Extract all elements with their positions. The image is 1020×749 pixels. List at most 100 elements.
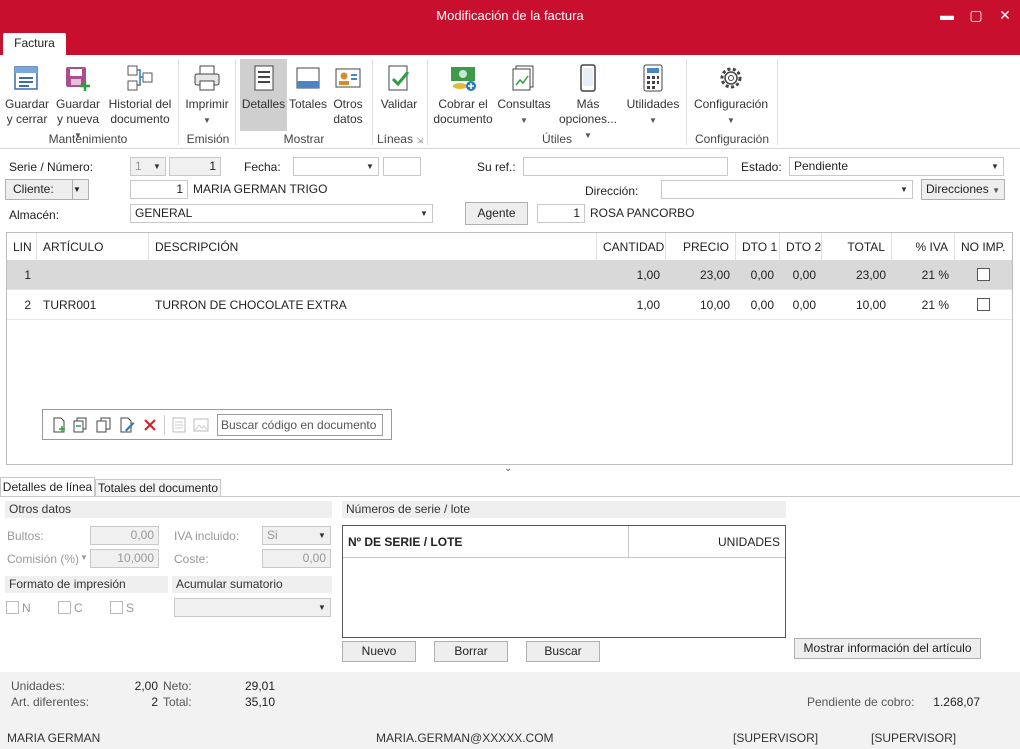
agente-button[interactable]: Agente	[465, 202, 528, 225]
table-row[interactable]: 1 1,00 23,00 0,00 0,00 23,00 21 %	[7, 261, 1012, 290]
lines-grid: LIN ARTÍCULO DESCRIPCIÓN CANTIDAD PRECIO…	[6, 232, 1013, 465]
ribbon-tabstrip: Factura	[0, 32, 1020, 55]
ribbon-divider	[235, 59, 236, 145]
col-serie-lote[interactable]: Nº DE SERIE / LOTE	[348, 535, 462, 549]
save-new-label: Guardar y nueva	[55, 97, 101, 126]
details-button[interactable]: Detalles	[240, 59, 287, 131]
agente-code-input[interactable]: 1	[537, 204, 585, 223]
validate-label: Validar	[380, 97, 418, 111]
col-iva[interactable]: % IVA	[892, 233, 955, 261]
check-c[interactable]	[58, 601, 71, 614]
almacen-select[interactable]: GENERAL ▼	[130, 204, 433, 223]
pendiente-label: Pendiente de cobro:	[807, 695, 915, 709]
chevron-down-icon: ▼	[153, 162, 161, 171]
check-s-label: S	[126, 601, 135, 615]
mostrar-info-articulo-button[interactable]: Mostrar información del artículo	[794, 638, 981, 659]
configuration-button[interactable]: Configuración ▼	[692, 59, 770, 128]
noimp-checkbox[interactable]	[977, 268, 990, 281]
other-data-button[interactable]: Otros datos	[330, 59, 366, 127]
dialog-launcher-icon[interactable]: ⇲	[416, 136, 423, 145]
copy-icon[interactable]	[96, 417, 112, 433]
col-articulo[interactable]: ARTÍCULO	[37, 233, 149, 261]
art-diferentes-label: Art. diferentes:	[11, 695, 90, 709]
almacen-label: Almacén:	[9, 208, 60, 222]
cliente-code-input[interactable]: 1	[130, 180, 188, 199]
insert-line-icon[interactable]	[73, 417, 89, 433]
save-new-button[interactable]: Guardar y nueva ▼	[53, 59, 103, 143]
coste-input[interactable]: 0,00	[262, 549, 331, 568]
save-close-label: Guardar y cerrar	[4, 97, 50, 126]
col-dto2[interactable]: DTO 2	[780, 233, 822, 261]
history-button[interactable]: Historial del documento	[106, 59, 174, 127]
cell-articulo: TURR001	[43, 298, 97, 312]
save-close-button[interactable]: Guardar y cerrar	[4, 59, 50, 127]
estado-label: Estado:	[741, 160, 782, 174]
more-options-button[interactable]: Más opciones... ▼	[554, 59, 622, 143]
col-noimp[interactable]: NO IMP.	[955, 233, 1012, 261]
table-row[interactable]: 2 TURR001 TURRON DE CHOCOLATE EXTRA 1,00…	[7, 291, 1012, 320]
noimp-checkbox[interactable]	[977, 298, 990, 311]
restore-button[interactable]: ▢	[963, 4, 989, 26]
chevron-down-icon: ▼	[991, 162, 999, 171]
borrar-button[interactable]: Borrar	[434, 641, 508, 662]
chevron-down-icon[interactable]: ▼	[80, 553, 88, 562]
numero-input[interactable]: 1	[169, 157, 221, 176]
edit-icon[interactable]	[119, 417, 135, 433]
user-card-icon	[335, 68, 361, 88]
time-input[interactable]	[383, 157, 421, 176]
other-data-label: Otros datos	[333, 97, 363, 126]
new-line-icon[interactable]	[51, 417, 67, 433]
utilities-button[interactable]: Utilidades ▼	[625, 59, 681, 128]
status-email: MARIA.GERMAN@XXXXX.COM	[376, 731, 554, 745]
collapse-chevron-icon[interactable]: ⌄	[504, 463, 512, 474]
iva-incluido-value: Si	[267, 528, 278, 542]
iva-incluido-label: IVA incluido:	[174, 529, 240, 543]
totals-button[interactable]: Totales	[289, 59, 327, 112]
serie-select[interactable]: 1 ▼	[130, 157, 166, 176]
ribbon-divider	[372, 59, 373, 145]
bultos-input[interactable]: 0,00	[90, 526, 159, 545]
col-unidades[interactable]: UNIDADES	[718, 535, 780, 549]
almacen-value: GENERAL	[135, 206, 193, 220]
tab-totales-documento[interactable]: Totales del documento	[95, 479, 221, 497]
collect-label: Cobrar el documento	[433, 97, 493, 126]
otros-datos-header: Otros datos	[5, 501, 332, 518]
check-s[interactable]	[110, 601, 123, 614]
estado-select[interactable]: Pendiente ▼	[789, 157, 1004, 176]
tab-detalles-linea[interactable]: Detalles de línea	[0, 477, 95, 497]
comision-input[interactable]: 10,000	[90, 549, 159, 568]
close-button[interactable]: ✕	[992, 4, 1018, 26]
cell-dto1: 0,00	[750, 268, 774, 282]
status-role-2: [SUPERVISOR]	[871, 731, 957, 745]
tab-factura[interactable]: Factura	[3, 33, 66, 55]
col-dto1[interactable]: DTO 1	[736, 233, 780, 261]
su-ref-input[interactable]	[523, 157, 728, 176]
fecha-label: Fecha:	[244, 160, 281, 174]
col-total[interactable]: TOTAL	[822, 233, 892, 261]
group-emision: Emisión	[186, 132, 230, 146]
direcciones-button[interactable]: Direcciones ▼	[921, 179, 1005, 200]
acumular-sumatorio-header: Acumular sumatorio	[172, 576, 332, 593]
buscar-button[interactable]: Buscar	[526, 641, 600, 662]
col-precio[interactable]: PRECIO	[666, 233, 736, 261]
minimize-button[interactable]: ▬	[934, 4, 960, 26]
delete-icon[interactable]	[142, 417, 158, 433]
col-cantidad[interactable]: CANTIDAD	[597, 233, 666, 261]
acumular-select[interactable]: ▼	[174, 598, 331, 617]
iva-incluido-select[interactable]: Si ▼	[262, 526, 331, 545]
check-n[interactable]	[6, 601, 19, 614]
collect-button[interactable]: Cobrar el documento	[431, 59, 495, 127]
direccion-select[interactable]: ▼	[661, 180, 913, 199]
cell-dto1: 0,00	[750, 298, 774, 312]
print-button[interactable]: Imprimir ▼	[183, 59, 231, 128]
comision-label: Comisión (%)	[7, 552, 80, 566]
queries-button[interactable]: Consultas ▼	[497, 59, 551, 128]
fecha-input[interactable]: ▼	[293, 157, 379, 176]
cliente-type-select[interactable]: Cliente: ▼	[5, 179, 89, 200]
col-lin[interactable]: LIN	[7, 233, 37, 261]
nuevo-button[interactable]: Nuevo	[342, 641, 416, 662]
validate-button[interactable]: Validar	[377, 59, 421, 112]
chevron-down-icon: ▼	[72, 180, 88, 199]
col-descripcion[interactable]: DESCRIPCIÓN	[149, 233, 597, 261]
search-code-input[interactable]: Buscar código en documento	[217, 414, 383, 436]
